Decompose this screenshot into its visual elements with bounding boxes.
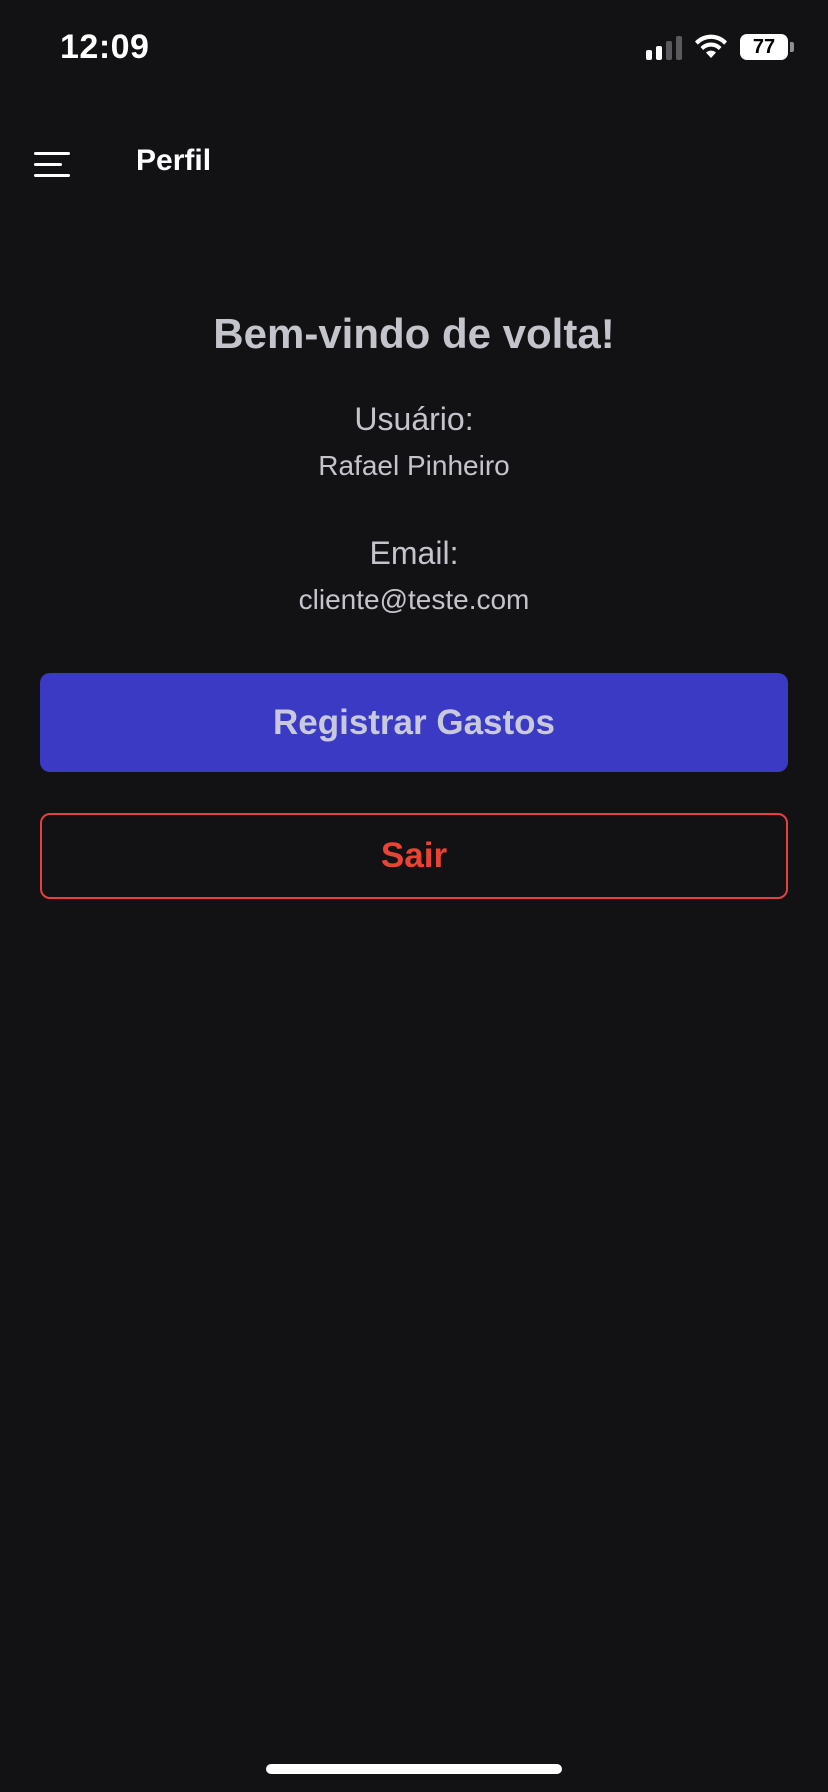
status-time: 12:09 bbox=[60, 28, 150, 66]
status-bar: 12:09 77 bbox=[0, 0, 828, 100]
wifi-icon bbox=[695, 34, 727, 58]
app-header: Perfil bbox=[0, 120, 828, 208]
hamburger-menu-icon[interactable] bbox=[24, 136, 80, 192]
cellular-signal-icon bbox=[646, 34, 682, 60]
page-title: Perfil bbox=[136, 144, 212, 177]
battery-icon: 77 bbox=[740, 34, 794, 60]
home-indicator[interactable] bbox=[266, 1764, 562, 1774]
email-label: Email: bbox=[369, 535, 459, 571]
profile-section: Bem-vindo de volta! Usuário: Rafael Pinh… bbox=[0, 300, 828, 622]
user-label: Usuário: bbox=[354, 401, 474, 437]
user-name: Rafael Pinheiro bbox=[318, 450, 510, 481]
email-value: cliente@teste.com bbox=[298, 584, 530, 615]
register-expenses-button[interactable]: Registrar Gastos bbox=[40, 673, 788, 772]
welcome-heading: Bem-vindo de volta! bbox=[213, 310, 615, 357]
status-icons: 77 bbox=[646, 34, 794, 60]
battery-level: 77 bbox=[752, 36, 776, 58]
logout-button[interactable]: Sair bbox=[40, 813, 788, 899]
